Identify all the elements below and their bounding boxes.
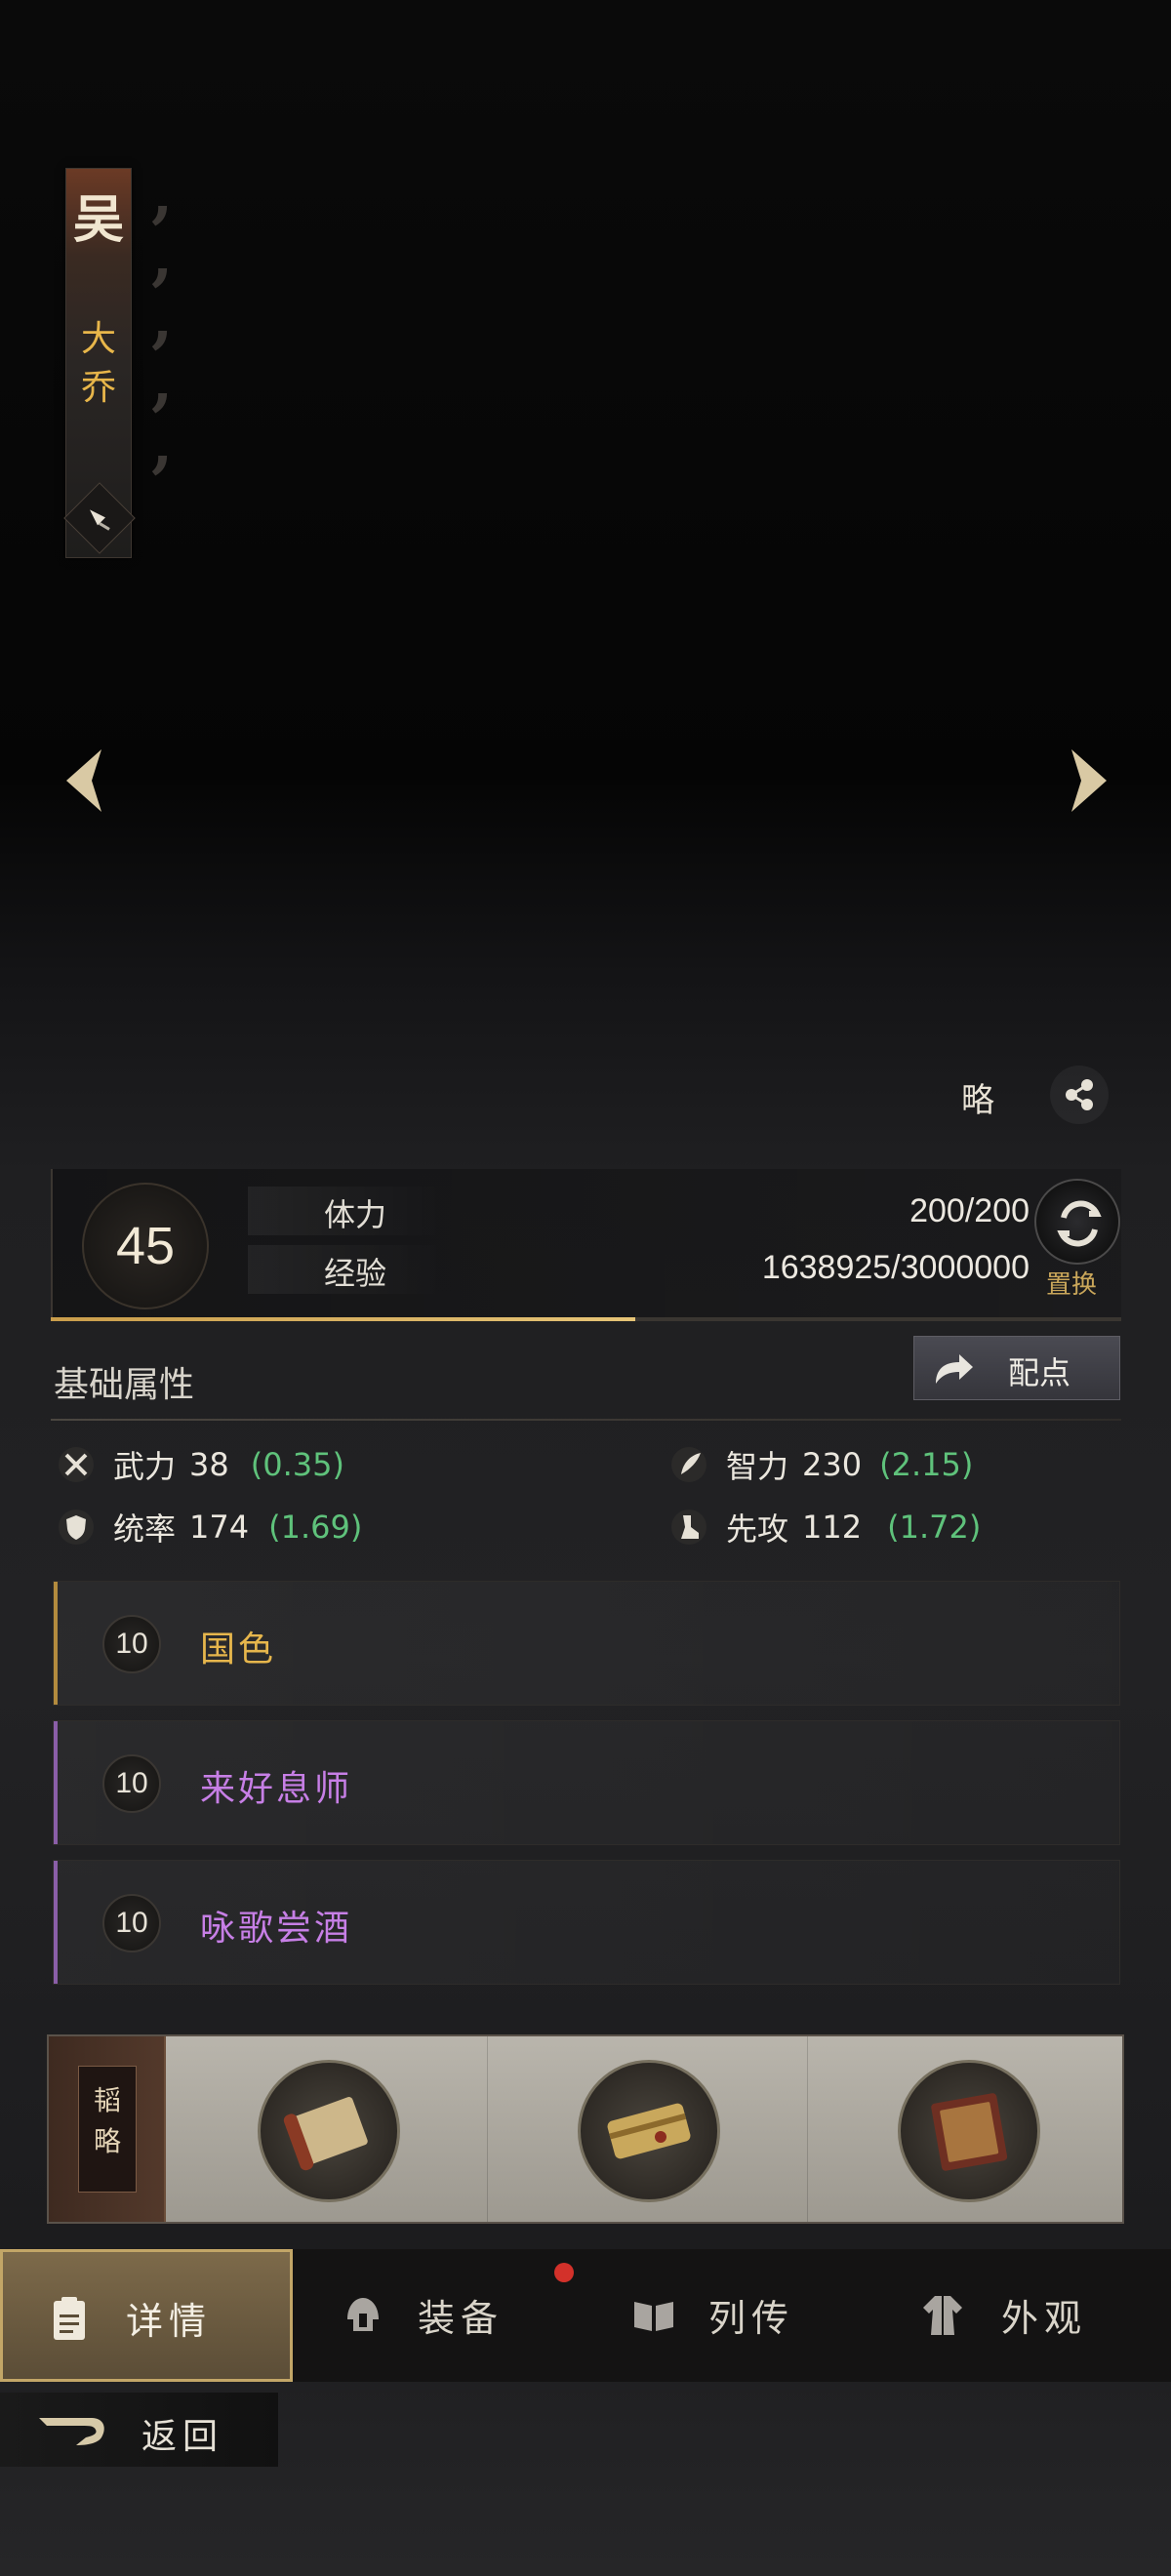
base-attributes-title: 基础属性 bbox=[54, 1365, 195, 1405]
skill-rarity-edge bbox=[54, 1721, 58, 1844]
share-icon bbox=[1066, 1079, 1093, 1110]
clipboard-icon bbox=[54, 2297, 85, 2340]
skill-row[interactable]: 10 来好息师 bbox=[53, 1720, 1120, 1845]
strategy-tag-line-2: 略 bbox=[93, 2125, 121, 2157]
attribute-value: 38 bbox=[189, 1446, 229, 1483]
shield-icon bbox=[59, 1509, 94, 1545]
skill-name: 来好息师 bbox=[200, 1769, 353, 1809]
tab-label: 装备 bbox=[418, 2297, 505, 2340]
strategy-tag-text: 韬 略 bbox=[79, 2080, 136, 2162]
decor-mark: , bbox=[151, 221, 174, 294]
brush-icon bbox=[90, 509, 110, 531]
exp-progress-bar bbox=[51, 1317, 1121, 1321]
faction-label: 吴 bbox=[72, 190, 124, 250]
next-hero-arrow-icon[interactable] bbox=[1060, 742, 1118, 820]
tab-equipment[interactable]: 装备 bbox=[293, 2249, 586, 2382]
share-button[interactable] bbox=[1050, 1066, 1109, 1124]
bottom-tab-bar: 详情 装备 列传 外观 bbox=[0, 2249, 1171, 2382]
attribute-name: 统率 bbox=[113, 1510, 177, 1548]
attribute-bonus: (0.35) bbox=[250, 1446, 344, 1483]
attribute-name: 武力 bbox=[113, 1448, 177, 1485]
attribute-bonus: (1.72) bbox=[887, 1509, 982, 1546]
divider bbox=[51, 1419, 1121, 1421]
attribute-value: 174 bbox=[189, 1509, 250, 1546]
hero-name-banner: 吴 大 乔 bbox=[63, 168, 136, 558]
tab-label: 详情 bbox=[126, 2300, 213, 2343]
tab-biography[interactable]: 列传 bbox=[586, 2249, 878, 2382]
crossed-swords-icon bbox=[59, 1447, 94, 1482]
skill-level: 10 bbox=[102, 1894, 161, 1952]
edit-name-button[interactable] bbox=[63, 482, 136, 554]
level-badge: 45 bbox=[82, 1183, 209, 1309]
skill-row[interactable]: 10 国色 bbox=[53, 1581, 1120, 1706]
hero-name-line-1: 大 bbox=[80, 319, 116, 359]
level-panel: 45 体力 200/200 经验 1638925/3000000 bbox=[51, 1169, 1121, 1321]
strategy-summary-button[interactable]: 略 bbox=[961, 1073, 994, 1121]
replace-label: 置换 bbox=[1046, 1270, 1098, 1300]
skill-name: 咏歌尝酒 bbox=[200, 1909, 353, 1949]
strategy-tag-plaque: 韬 略 bbox=[78, 2066, 137, 2193]
scroll-book-icon bbox=[634, 2302, 673, 2331]
tab-label: 外观 bbox=[1001, 2297, 1088, 2340]
skill-level: 10 bbox=[102, 1754, 161, 1813]
exp-value: 1638925/3000000 bbox=[761, 1249, 1030, 1286]
back-button[interactable]: 返回 bbox=[0, 2393, 278, 2467]
strategy-scroll-icon bbox=[258, 2060, 400, 2202]
skill-level: 10 bbox=[102, 1615, 161, 1673]
attribute-bonus: (2.15) bbox=[879, 1446, 974, 1483]
attribute-bonus: (1.69) bbox=[268, 1509, 363, 1546]
attribute-command: 统率 174 (1.69) bbox=[57, 1505, 362, 1550]
attribute-name: 智力 bbox=[726, 1448, 789, 1485]
attribute-name: 先攻 bbox=[726, 1510, 789, 1548]
skill-row[interactable]: 10 咏歌尝酒 bbox=[53, 1860, 1120, 1985]
helmet-icon bbox=[347, 2298, 379, 2331]
strategy-book-icon bbox=[898, 2060, 1040, 2202]
robe-icon bbox=[923, 2296, 962, 2335]
assign-points-label: 配点 bbox=[1008, 1354, 1071, 1391]
attribute-strength: 武力 38 (0.35) bbox=[57, 1442, 344, 1487]
attribute-intelligence: 智力 230 (2.15) bbox=[669, 1442, 973, 1487]
skill-name: 国色 bbox=[200, 1630, 277, 1670]
boot-icon bbox=[671, 1509, 707, 1545]
tab-label: 列传 bbox=[708, 2297, 795, 2340]
level-value: 45 bbox=[115, 1217, 176, 1275]
attribute-value: 230 bbox=[802, 1446, 863, 1483]
strategy-slot-1[interactable] bbox=[168, 2036, 488, 2222]
decor-mark: , bbox=[151, 408, 174, 481]
hero-name: 大 乔 bbox=[66, 315, 131, 413]
strategy-bamboo-scroll-icon bbox=[578, 2060, 720, 2202]
feather-icon bbox=[671, 1447, 707, 1482]
strategy-tag-line-1: 韬 bbox=[93, 2084, 121, 2116]
previous-hero-arrow-icon[interactable] bbox=[55, 742, 113, 820]
strategy-slot-3[interactable] bbox=[808, 2036, 1128, 2222]
tab-appearance[interactable]: 外观 bbox=[878, 2249, 1171, 2382]
strategy-tag: 韬 略 bbox=[49, 2036, 166, 2222]
strategy-slot-2[interactable] bbox=[488, 2036, 808, 2222]
notification-dot bbox=[554, 2263, 574, 2282]
redo-arrow-icon bbox=[936, 1354, 973, 1384]
skill-rarity-edge bbox=[54, 1861, 58, 1984]
return-arrow-icon bbox=[39, 2418, 104, 2445]
swap-icon bbox=[1057, 1200, 1102, 1247]
decor-mark: , bbox=[151, 345, 174, 419]
stamina-label: 体力 bbox=[324, 1196, 387, 1233]
decor-mark: , bbox=[151, 283, 174, 356]
strategy-bar: 韬 略 bbox=[47, 2034, 1124, 2224]
back-label: 返回 bbox=[141, 2417, 224, 2457]
assign-points-button[interactable]: 配点 bbox=[913, 1336, 1120, 1400]
attribute-value: 112 bbox=[802, 1509, 863, 1546]
decor-mark: , bbox=[151, 158, 174, 231]
attribute-initiative: 先攻 112 (1.72) bbox=[669, 1505, 981, 1550]
stamina-value: 200/200 bbox=[909, 1192, 1030, 1229]
tab-details[interactable]: 详情 bbox=[0, 2249, 293, 2382]
exp-label: 经验 bbox=[324, 1255, 387, 1292]
hero-name-line-2: 乔 bbox=[80, 368, 116, 408]
skill-rarity-edge bbox=[54, 1582, 58, 1705]
exp-progress-fill bbox=[51, 1317, 635, 1321]
replace-button[interactable] bbox=[1034, 1179, 1120, 1265]
